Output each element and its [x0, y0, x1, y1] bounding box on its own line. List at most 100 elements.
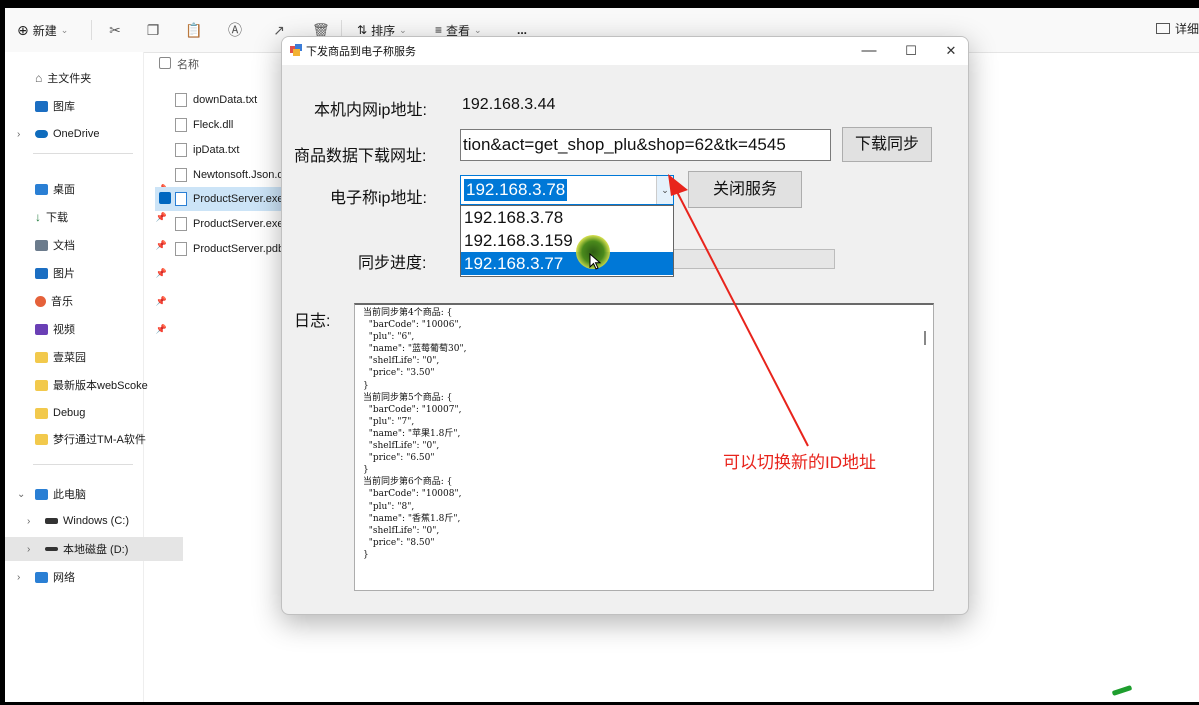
combobox-selected-value: 192.168.3.78 [464, 179, 568, 201]
text-file-icon [175, 143, 187, 157]
file-row-selected[interactable]: ProductServer.exe [155, 187, 295, 211]
copy-icon[interactable]: ❐ [145, 22, 161, 38]
sync-service-dialog: 下发商品到电子称服务 — ☐ ✕ 本机内网ip地址: 192.168.3.44 … [281, 36, 969, 615]
select-all-checkbox[interactable] [159, 57, 171, 69]
download-sync-button[interactable]: 下载同步 [842, 127, 932, 162]
folder-icon [35, 379, 48, 391]
nav-item-label: 梦行通过TM-A软件 [53, 434, 146, 446]
file-row[interactable]: Newtonsoft.Json.dll [155, 163, 295, 187]
nav-item-folder[interactable]: 梦行通过TM-A软件 [5, 427, 173, 451]
nav-divider [33, 153, 133, 154]
nav-item-home[interactable]: ⌂ 主文件夹 [5, 66, 173, 90]
file-name: ProductServer.exe [193, 193, 284, 205]
nav-item-desktop[interactable]: 桌面 📌 [5, 177, 173, 201]
config-file-icon [175, 217, 187, 231]
nav-item-documents[interactable]: 文档 📌 [5, 233, 173, 257]
close-service-button[interactable]: 关闭服务 [688, 171, 802, 208]
plus-icon: ⊕ [17, 21, 29, 38]
rename-icon[interactable]: Ⓐ [227, 22, 243, 38]
minimize-button[interactable]: — [855, 40, 883, 62]
chevron-right-icon[interactable]: › [27, 544, 30, 555]
scale-ip-label: 电子称ip地址: [330, 190, 427, 207]
nav-item-folder[interactable]: 壹菜园 [5, 345, 173, 369]
file-name: ipData.txt [193, 144, 240, 156]
chevron-down-icon: ⌄ [60, 24, 69, 35]
nav-item-folder[interactable]: Debug [5, 401, 173, 425]
cut-icon[interactable]: ✂ [107, 22, 123, 38]
url-label: 商品数据下载网址: [294, 148, 427, 165]
file-row[interactable]: ProductServer.pdb [155, 237, 295, 261]
file-row[interactable]: ProductServer.exe.config [155, 212, 295, 236]
chevron-down-icon: ⌄ [399, 24, 407, 35]
nav-item-label: 桌面 [53, 184, 75, 196]
progress-label: 同步进度: [358, 255, 427, 272]
network-icon [35, 571, 48, 583]
nav-item-videos[interactable]: 视频 📌 [5, 317, 173, 341]
drive-icon [45, 518, 58, 524]
log-textarea[interactable]: 当前同步第4个商品: { "barCode": "10006", "plu": … [354, 303, 934, 591]
paste-icon[interactable]: 📋 [185, 22, 202, 38]
chevron-right-icon[interactable]: › [17, 572, 20, 583]
chevron-right-icon[interactable]: › [17, 129, 20, 140]
file-name: ProductServer.exe.config [193, 218, 295, 230]
maximize-button[interactable]: ☐ [897, 40, 925, 62]
cloud-icon [35, 130, 48, 138]
nav-item-label: 壹菜园 [53, 352, 86, 364]
ip-dropdown-list[interactable]: 192.168.3.78 192.168.3.159 192.168.3.77 [460, 205, 674, 277]
music-icon [35, 295, 46, 307]
local-ip-value: 192.168.3.44 [462, 96, 556, 113]
file-name: downData.txt [193, 94, 258, 106]
nav-item-music[interactable]: 音乐 📌 [5, 289, 173, 313]
share-icon[interactable]: ↗ [271, 22, 287, 38]
dll-file-icon [175, 168, 187, 182]
nav-item-label: 网络 [53, 572, 75, 584]
nav-item-label: 最新版本webScoke [53, 380, 148, 392]
file-row[interactable]: Fleck.dll [155, 113, 295, 137]
nav-item-onedrive[interactable]: › OneDrive [5, 122, 173, 146]
url-input[interactable]: tion&act=get_shop_plu&shop=62&tk=4545 [460, 129, 831, 161]
nav-item-pictures[interactable]: 图片 📌 [5, 261, 173, 285]
nav-item-label: 图库 [53, 101, 75, 113]
new-label: 新建 [32, 23, 57, 38]
nav-item-label: 下载 [46, 212, 68, 224]
video-icon [35, 323, 48, 335]
nav-item-gallery[interactable]: 图库 [5, 94, 173, 118]
folder-icon [35, 407, 48, 419]
log-scrollbar[interactable] [924, 331, 926, 345]
chevron-down-icon[interactable]: ⌄ [17, 489, 25, 500]
nav-item-folder[interactable]: 最新版本webScoke [5, 373, 173, 397]
folder-icon [35, 433, 48, 445]
view-icon: ≡ [435, 23, 443, 37]
desktop-icon [35, 183, 48, 195]
nav-item-downloads[interactable]: ↓ 下载 📌 [5, 205, 173, 229]
pdb-file-icon [175, 242, 187, 256]
nav-item-label: 图片 [53, 268, 75, 280]
file-row[interactable]: downData.txt [155, 88, 295, 112]
picture-icon [35, 267, 48, 279]
file-list: 名称 downData.txt Fleck.dll ipData.txt New… [155, 52, 295, 702]
dropdown-option[interactable]: 192.168.3.159 [461, 229, 673, 252]
folder-icon [35, 351, 48, 363]
annotation-note: 可以切换新的ID地址 [723, 453, 876, 472]
new-button[interactable]: ⊕ 新建 ⌄ [17, 20, 68, 40]
app-icon [290, 44, 302, 56]
chevron-down-icon: ⌄ [474, 24, 482, 35]
chevron-right-icon[interactable]: › [27, 516, 30, 527]
dialog-title: 下发商品到电子称服务 [306, 46, 416, 58]
dropdown-option[interactable]: 192.168.3.78 [461, 206, 673, 229]
gallery-icon [35, 100, 48, 112]
nav-item-this-pc[interactable]: ⌄ 此电脑 [5, 482, 173, 506]
nav-item-label: OneDrive [53, 128, 100, 140]
chevron-down-icon[interactable]: ⌄ [656, 176, 673, 204]
nav-item-network[interactable]: › 网络 [5, 565, 173, 589]
close-button[interactable]: ✕ [937, 40, 965, 62]
row-checkbox[interactable] [159, 192, 171, 204]
details-pane-button[interactable]: 详细 [1155, 20, 1199, 37]
dialog-titlebar[interactable]: 下发商品到电子称服务 — ☐ ✕ [282, 37, 968, 65]
dropdown-option-highlighted[interactable]: 192.168.3.77 [461, 252, 673, 275]
log-label: 日志: [294, 313, 331, 330]
drive-icon [45, 547, 58, 551]
column-header-name[interactable]: 名称 [155, 52, 295, 76]
file-row[interactable]: ipData.txt [155, 138, 295, 162]
scale-ip-combobox[interactable]: 192.168.3.78 ⌄ [460, 175, 674, 205]
